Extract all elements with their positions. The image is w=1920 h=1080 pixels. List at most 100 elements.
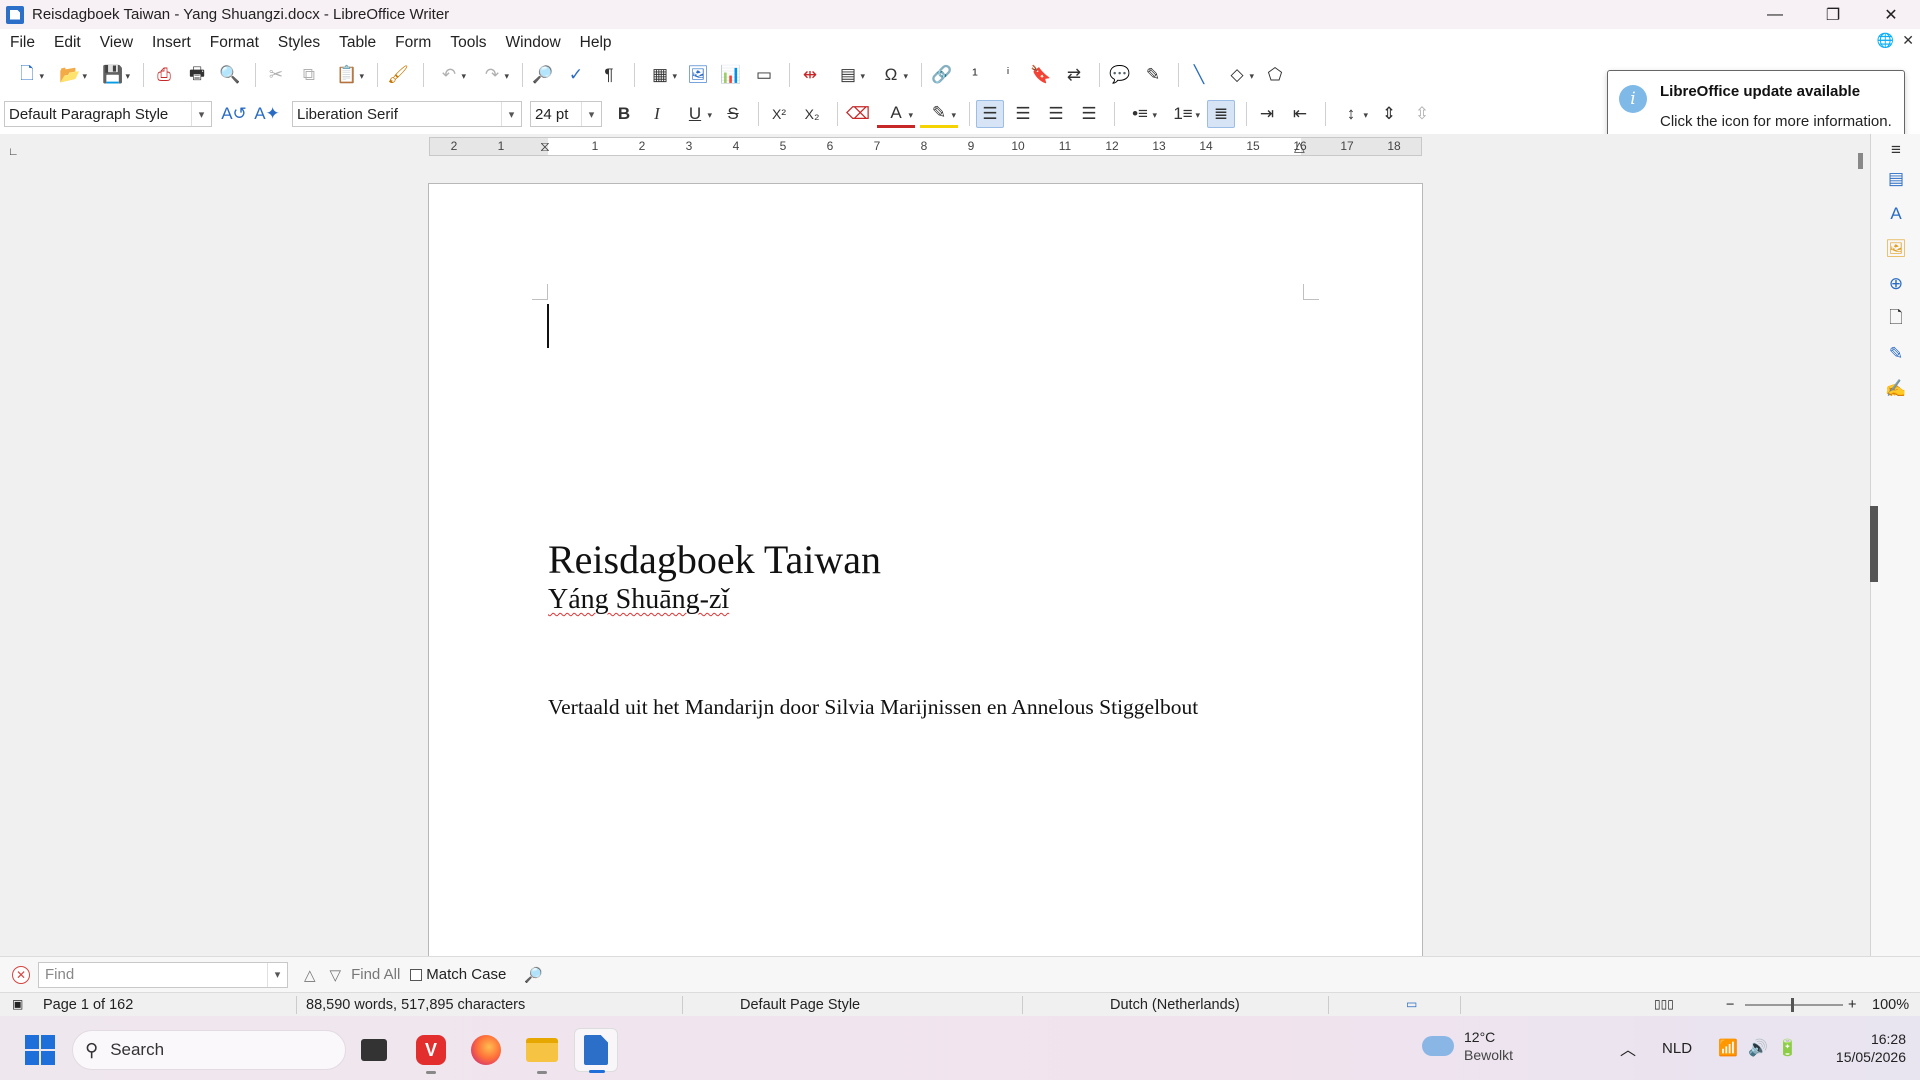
find-previous-icon[interactable]: △: [304, 966, 316, 984]
word-count[interactable]: 88,590 words, 517,895 characters: [306, 997, 525, 1013]
undo-icon[interactable]: ↶: [430, 61, 468, 89]
menu-view[interactable]: View: [100, 34, 133, 52]
sidebar-menu-icon[interactable]: ≡: [1884, 138, 1908, 162]
clone-formatting-icon[interactable]: 🖌: [384, 61, 412, 89]
insert-image-icon[interactable]: 🖼: [684, 61, 712, 89]
comment-icon[interactable]: 💬: [1106, 61, 1134, 89]
indent-marker-icon[interactable]: ⧖: [540, 138, 550, 155]
menu-edit[interactable]: Edit: [54, 34, 81, 52]
paragraph-style-select[interactable]: Default Paragraph Style ▾: [4, 101, 212, 127]
find-next-icon[interactable]: ▽: [330, 966, 342, 984]
styles-icon[interactable]: A: [1884, 202, 1908, 226]
minimize-button[interactable]: —: [1746, 0, 1804, 29]
find-all-button[interactable]: Find All: [351, 966, 400, 983]
document-author[interactable]: Yáng Shuāng-zǐ: [548, 584, 729, 616]
align-center-icon[interactable]: ☰: [1009, 100, 1037, 128]
redo-icon[interactable]: ↷: [473, 61, 511, 89]
text-language[interactable]: Dutch (Netherlands): [1110, 997, 1240, 1013]
insert-line-icon[interactable]: ╲: [1185, 61, 1213, 89]
battery-icon[interactable]: 🔋: [1778, 1038, 1798, 1058]
export-pdf-icon[interactable]: ⎙: [150, 61, 178, 89]
formatting-marks-icon[interactable]: ¶: [595, 61, 623, 89]
menu-table[interactable]: Table: [339, 34, 376, 52]
decrease-paragraph-spacing-icon[interactable]: ⇳: [1408, 100, 1436, 128]
firefox-icon[interactable]: [464, 1028, 508, 1072]
wifi-icon[interactable]: 📶: [1718, 1038, 1738, 1058]
zoom-in-icon[interactable]: +: [1848, 997, 1856, 1013]
find-replace-icon[interactable]: 🔎: [529, 61, 557, 89]
zoom-level[interactable]: 100%: [1872, 997, 1909, 1013]
menu-styles[interactable]: Styles: [278, 34, 320, 52]
document-translation-note[interactable]: Vertaald uit het Mandarijn door Silvia M…: [548, 695, 1198, 720]
endnote-icon[interactable]: ⁱ: [994, 61, 1022, 89]
cut-icon[interactable]: ✂: [262, 61, 290, 89]
volume-icon[interactable]: 🔊: [1748, 1038, 1768, 1058]
update-style-icon[interactable]: A↺: [220, 100, 248, 128]
font-size-select[interactable]: 24 pt ▾: [530, 101, 602, 127]
properties-icon[interactable]: ▤: [1884, 167, 1908, 191]
print-icon[interactable]: 🖶: [183, 61, 211, 89]
insert-field-icon[interactable]: ▤: [829, 61, 867, 89]
weather-widget[interactable]: 12°C Bewolkt: [1422, 1028, 1513, 1064]
underline-button[interactable]: U: [676, 100, 714, 128]
new-document-icon[interactable]: 🗋: [8, 61, 46, 89]
task-view-icon[interactable]: [352, 1028, 396, 1072]
horizontal-ruler[interactable]: 2 1 1 2 3 4 5 6 7 8 9 10 11 12 13 14 15 …: [429, 137, 1422, 156]
new-style-icon[interactable]: A✦: [253, 100, 281, 128]
menu-format[interactable]: Format: [210, 34, 259, 52]
chevron-down-icon[interactable]: ▾: [581, 102, 601, 126]
hyperlink-icon[interactable]: 🔗: [928, 61, 956, 89]
find-input[interactable]: Find ▾: [38, 961, 288, 988]
libreoffice-writer-taskbar-icon[interactable]: [574, 1028, 618, 1073]
open-folder-icon[interactable]: 📂: [51, 61, 89, 89]
style-inspector-icon[interactable]: ✎: [1884, 342, 1908, 366]
cross-reference-icon[interactable]: ⇄: [1060, 61, 1088, 89]
insert-chart-icon[interactable]: 📊: [717, 61, 745, 89]
document-canvas[interactable]: Reisdagboek Taiwan Yáng Shuāng-zǐ Vertaa…: [0, 158, 1870, 956]
checkbox-box[interactable]: [410, 968, 423, 981]
navigator-icon[interactable]: ⊕: [1884, 272, 1908, 296]
font-color-icon[interactable]: A: [877, 100, 915, 128]
subscript-button[interactable]: X₂: [798, 100, 826, 128]
align-right-icon[interactable]: ☰: [1042, 100, 1070, 128]
view-layout-icon[interactable]: ▯▯▯: [1654, 997, 1674, 1011]
print-preview-icon[interactable]: 🔍: [216, 61, 244, 89]
tab-stop-selector[interactable]: ∟: [8, 146, 19, 158]
highlight-color-icon[interactable]: ✎: [920, 100, 958, 128]
scrollbar-thumb[interactable]: [1858, 153, 1863, 169]
zoom-slider-knob[interactable]: [1791, 998, 1794, 1012]
spelling-icon[interactable]: ✓: [562, 61, 590, 89]
line-spacing-icon[interactable]: ↕: [1332, 100, 1370, 128]
paste-icon[interactable]: 📋: [328, 61, 366, 89]
basic-shapes-icon[interactable]: ◇: [1218, 61, 1256, 89]
chevron-down-icon[interactable]: ▾: [191, 102, 211, 126]
restore-button[interactable]: ❐: [1804, 0, 1862, 29]
menu-form[interactable]: Form: [395, 34, 431, 52]
insert-textbox-icon[interactable]: ▭: [750, 61, 778, 89]
decrease-indent-icon[interactable]: ⇤: [1286, 100, 1314, 128]
update-notification[interactable]: i LibreOffice update available Click the…: [1607, 70, 1905, 140]
taskbar-search[interactable]: ⚲ Search: [72, 1030, 346, 1070]
font-name-select[interactable]: Liberation Serif ▾: [292, 101, 522, 127]
superscript-button[interactable]: X²: [765, 100, 793, 128]
document-title[interactable]: Reisdagboek Taiwan: [548, 536, 881, 583]
close-find-bar-icon[interactable]: ✕: [12, 965, 30, 984]
strikethrough-button[interactable]: S: [719, 100, 747, 128]
right-indent-marker-icon[interactable]: △: [1294, 138, 1305, 155]
footnote-icon[interactable]: ¹: [961, 61, 989, 89]
update-globe-icon[interactable]: 🌐: [1877, 32, 1894, 49]
show-hidden-icons-chevron-icon[interactable]: ︿: [1620, 1036, 1636, 1060]
zoom-slider[interactable]: [1745, 998, 1843, 1012]
vivaldi-icon[interactable]: V: [409, 1028, 453, 1074]
chevron-down-icon[interactable]: ▾: [267, 962, 287, 987]
page-style[interactable]: Default Page Style: [740, 997, 860, 1013]
insert-table-icon[interactable]: ▦: [641, 61, 679, 89]
document-page[interactable]: Reisdagboek Taiwan Yáng Shuāng-zǐ Vertaa…: [428, 183, 1423, 956]
system-clock[interactable]: 16:28 15/05/2026: [1836, 1030, 1906, 1066]
italic-button[interactable]: I: [643, 100, 671, 128]
increase-paragraph-spacing-icon[interactable]: ⇕: [1375, 100, 1403, 128]
zoom-out-icon[interactable]: −: [1726, 997, 1734, 1013]
special-character-icon[interactable]: Ω: [872, 61, 910, 89]
manage-changes-icon[interactable]: ✍: [1884, 377, 1908, 401]
gallery-icon[interactable]: 🖼: [1884, 237, 1908, 261]
